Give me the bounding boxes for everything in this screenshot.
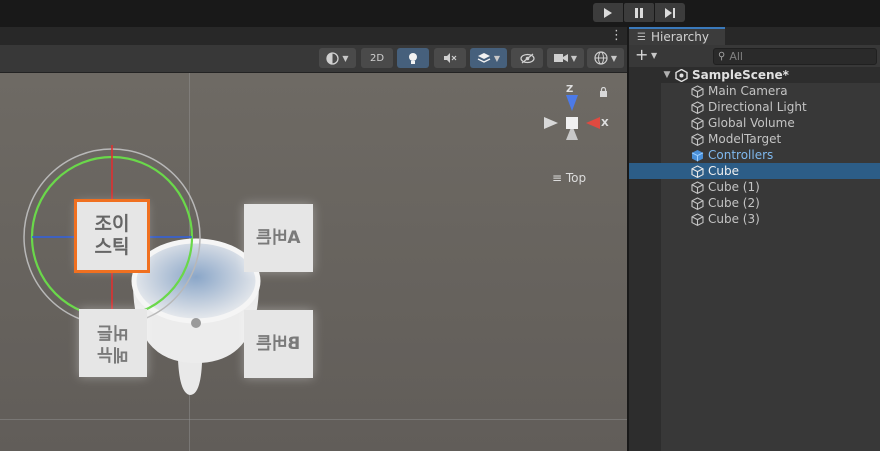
- playmode-controls: [593, 3, 685, 22]
- hierarchy-item-label: Cube (2): [708, 196, 760, 210]
- hierarchy-item-label: Controllers: [708, 148, 774, 162]
- search-icon: ⚲: [718, 51, 726, 62]
- button-b-card-label: B버튼: [256, 334, 301, 354]
- hierarchy-item-label: Main Camera: [708, 84, 788, 98]
- play-button[interactable]: [593, 3, 623, 22]
- prefab-cube-icon: [689, 148, 705, 162]
- cube-icon: [689, 180, 705, 194]
- camera-settings-dropdown[interactable]: ▼: [547, 48, 584, 68]
- toggle-2d-button[interactable]: 2D: [361, 48, 393, 68]
- scene-visibility-toggle[interactable]: [511, 48, 543, 68]
- joystick-card-label: 조이 스틱: [94, 213, 130, 258]
- hierarchy-item-label: ModelTarget: [708, 132, 782, 146]
- tab-hierarchy[interactable]: ☰ Hierarchy: [629, 27, 725, 45]
- play-icon: [604, 7, 612, 18]
- gizmo-axis-z-label: Z: [566, 84, 574, 95]
- top-toolbar: [0, 0, 880, 27]
- scene-viewport[interactable]: 조이 스틱 A버튼 B버튼 메뉴 버튼 Z X ≡ Top: [0, 73, 627, 451]
- kebab-menu-icon[interactable]: ⋮: [610, 28, 623, 43]
- pause-icon: [635, 7, 643, 18]
- audio-mute-icon: [444, 53, 457, 63]
- hierarchy-item-label: Global Volume: [708, 116, 795, 130]
- cube-icon: [689, 132, 705, 146]
- add-icon[interactable]: +: [635, 47, 648, 63]
- hamburger-icon: ≡: [552, 171, 563, 185]
- unity-scene-icon: [673, 68, 689, 82]
- cube-icon: [689, 196, 705, 210]
- view-orientation-text: Top: [565, 171, 587, 185]
- hierarchy-search-input[interactable]: ⚲ All: [713, 48, 877, 65]
- hierarchy-panel: ☰ Hierarchy + ▼ ⚲ All ▼ SampleScene* Mai…: [629, 27, 880, 451]
- chevron-down-icon: ▼: [610, 53, 618, 63]
- chevron-down-icon: ▼: [493, 53, 501, 63]
- toggle-2d-label: 2D: [369, 52, 385, 64]
- scene-toolbar: ▼ 2D ▼ ▼ ▼: [0, 45, 627, 73]
- button-a-card[interactable]: A버튼: [244, 204, 313, 272]
- hierarchy-item-global-volume[interactable]: Global Volume: [629, 115, 880, 131]
- foldout-arrow-icon[interactable]: ▼: [661, 70, 673, 80]
- cube-icon: [689, 164, 705, 178]
- menu-button-card-label: 메뉴 버튼: [97, 322, 129, 364]
- shading-icon: [326, 51, 340, 65]
- gizmos-dropdown[interactable]: ▼: [587, 48, 624, 68]
- hierarchy-item-label: Directional Light: [708, 100, 807, 114]
- grid-line: [0, 419, 627, 420]
- joystick-card[interactable]: 조이 스틱: [74, 199, 150, 273]
- eye-slash-icon: [519, 53, 535, 63]
- layers-icon: [477, 53, 491, 63]
- cube-icon: [689, 84, 705, 98]
- hierarchy-item-controllers[interactable]: Controllers: [629, 147, 880, 163]
- camera-icon: [553, 54, 568, 62]
- draw-mode-dropdown[interactable]: ▼: [319, 48, 356, 68]
- hierarchy-item-cube-2[interactable]: Cube (2): [629, 195, 880, 211]
- hierarchy-item-label: Cube: [708, 164, 739, 178]
- lightbulb-icon: [409, 52, 417, 64]
- hierarchy-item-main-camera[interactable]: Main Camera: [629, 83, 880, 99]
- tab-hierarchy-label: Hierarchy: [650, 30, 709, 44]
- hierarchy-item-cube[interactable]: Cube: [629, 163, 880, 179]
- menu-button-card[interactable]: 메뉴 버튼: [79, 309, 147, 377]
- hierarchy-item-model-target[interactable]: ModelTarget: [629, 131, 880, 147]
- view-orientation-label[interactable]: ≡ Top: [552, 171, 586, 185]
- scene-name: SampleScene*: [692, 68, 789, 82]
- scene-tab-bar: ⋮: [0, 27, 627, 45]
- lock-icon[interactable]: [599, 87, 608, 97]
- hierarchy-item-cube-3[interactable]: Cube (3): [629, 211, 880, 227]
- lighting-toggle[interactable]: [397, 48, 429, 68]
- button-b-card[interactable]: B버튼: [244, 310, 313, 378]
- chevron-down-icon: ▼: [342, 53, 349, 63]
- effects-dropdown[interactable]: ▼: [470, 48, 507, 68]
- scene-view-panel: ⋮ ▼ 2D ▼ ▼ ▼ 조이 스틱 A버튼 B버튼 메뉴 버튼 Z X ≡ T…: [0, 27, 627, 451]
- cube-icon: [689, 212, 705, 226]
- hierarchy-toolbar: + ▼ ⚲ All: [629, 45, 880, 68]
- scene-row[interactable]: ▼ SampleScene*: [629, 67, 880, 83]
- orientation-gizmo[interactable]: [544, 83, 604, 153]
- hierarchy-item-label: Cube (1): [708, 180, 760, 194]
- chevron-down-icon: ▼: [570, 53, 578, 63]
- gizmo-sphere-icon: [594, 51, 608, 65]
- step-icon: [665, 7, 675, 18]
- pause-button[interactable]: [624, 3, 654, 22]
- button-a-card-label: A버튼: [256, 228, 301, 248]
- search-placeholder: All: [729, 50, 743, 63]
- cube-icon: [689, 116, 705, 130]
- list-icon: ☰: [637, 31, 646, 43]
- gizmo-axis-x-label: X: [601, 118, 609, 129]
- hierarchy-item-label: Cube (3): [708, 212, 760, 226]
- hierarchy-item-cube-1[interactable]: Cube (1): [629, 179, 880, 195]
- cube-icon: [689, 100, 705, 114]
- chevron-down-icon[interactable]: ▼: [651, 51, 657, 60]
- audio-toggle[interactable]: [434, 48, 466, 68]
- hierarchy-tab-bar: ☰ Hierarchy: [629, 27, 880, 45]
- hierarchy-tree: ▼ SampleScene* Main Camera Directional L…: [629, 67, 880, 451]
- step-button[interactable]: [655, 3, 685, 22]
- hierarchy-item-directional-light[interactable]: Directional Light: [629, 99, 880, 115]
